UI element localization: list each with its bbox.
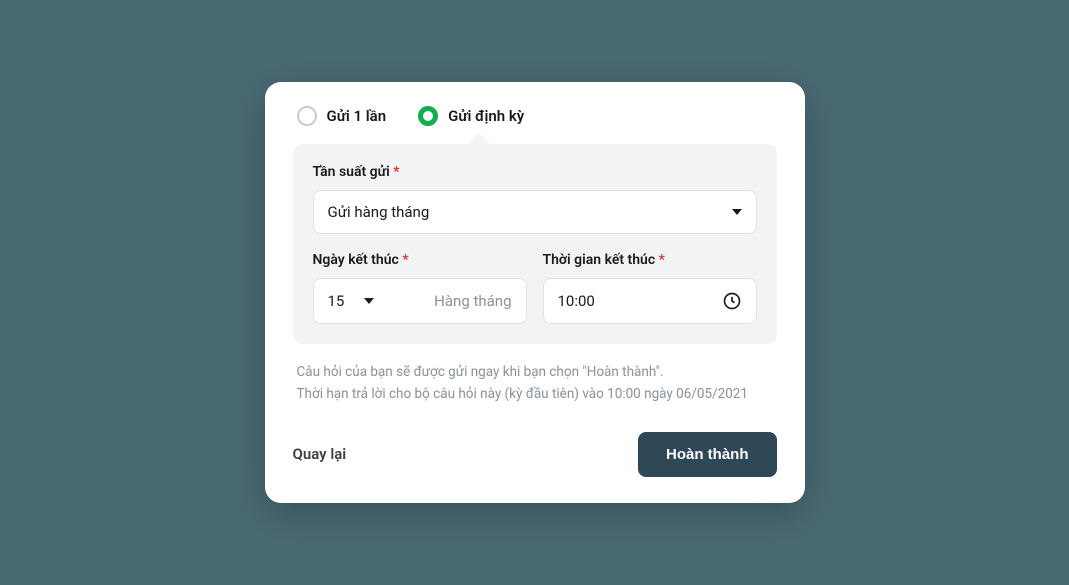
end-time-input[interactable]: 10:00 xyxy=(543,278,757,324)
end-date-col: Ngày kết thúc * 15 Hàng tháng xyxy=(313,252,527,324)
send-mode-radio-group: Gửi 1 lần Gửi định kỳ xyxy=(293,106,777,126)
info-note: Câu hỏi của bạn sẽ được gửi ngay khi bạn… xyxy=(293,362,777,405)
end-time-col: Thời gian kết thúc * 10:00 xyxy=(543,252,757,324)
note-line-1: Câu hỏi của bạn sẽ được gửi ngay khi bạn… xyxy=(297,362,777,384)
chevron-down-icon xyxy=(732,209,742,215)
radio-icon xyxy=(297,106,317,126)
frequency-select[interactable]: Gửi hàng tháng xyxy=(313,190,757,234)
radio-send-recurring[interactable]: Gửi định kỳ xyxy=(418,106,524,126)
radio-label: Gửi 1 lần xyxy=(327,107,387,125)
frequency-label: Tần suất gửi * xyxy=(313,164,757,180)
label-text: Thời gian kết thúc xyxy=(543,252,656,268)
recurring-settings-panel: Tần suất gửi * Gửi hàng tháng Ngày kết t… xyxy=(293,144,777,344)
time-value: 10:00 xyxy=(558,292,595,310)
day-value: 15 xyxy=(328,292,345,310)
radio-icon xyxy=(418,106,438,126)
required-mark: * xyxy=(659,252,665,268)
label-text: Tần suất gửi xyxy=(313,164,390,180)
end-date-input[interactable]: 15 Hàng tháng xyxy=(313,278,527,324)
select-value: Gửi hàng tháng xyxy=(328,203,430,221)
end-time-label: Thời gian kết thúc * xyxy=(543,252,757,268)
radio-send-once[interactable]: Gửi 1 lần xyxy=(297,106,387,126)
footer: Quay lại Hoàn thành xyxy=(293,432,777,477)
end-date-label: Ngày kết thúc * xyxy=(313,252,527,268)
submit-button[interactable]: Hoàn thành xyxy=(638,432,777,477)
end-row: Ngày kết thúc * 15 Hàng tháng Thời gian … xyxy=(313,252,757,324)
radio-label: Gửi định kỳ xyxy=(448,107,524,125)
schedule-card: Gửi 1 lần Gửi định kỳ Tần suất gửi * Gửi… xyxy=(265,82,805,502)
label-text: Ngày kết thúc xyxy=(313,252,399,268)
unit-text: Hàng tháng xyxy=(420,292,525,310)
required-mark: * xyxy=(393,164,399,180)
required-mark: * xyxy=(402,252,408,268)
note-line-2: Thời hạn trả lời cho bộ câu hỏi này (kỳ … xyxy=(297,384,777,406)
clock-icon xyxy=(722,291,742,311)
day-select[interactable]: 15 xyxy=(314,292,389,310)
chevron-down-icon xyxy=(364,298,374,304)
back-button[interactable]: Quay lại xyxy=(293,445,347,463)
